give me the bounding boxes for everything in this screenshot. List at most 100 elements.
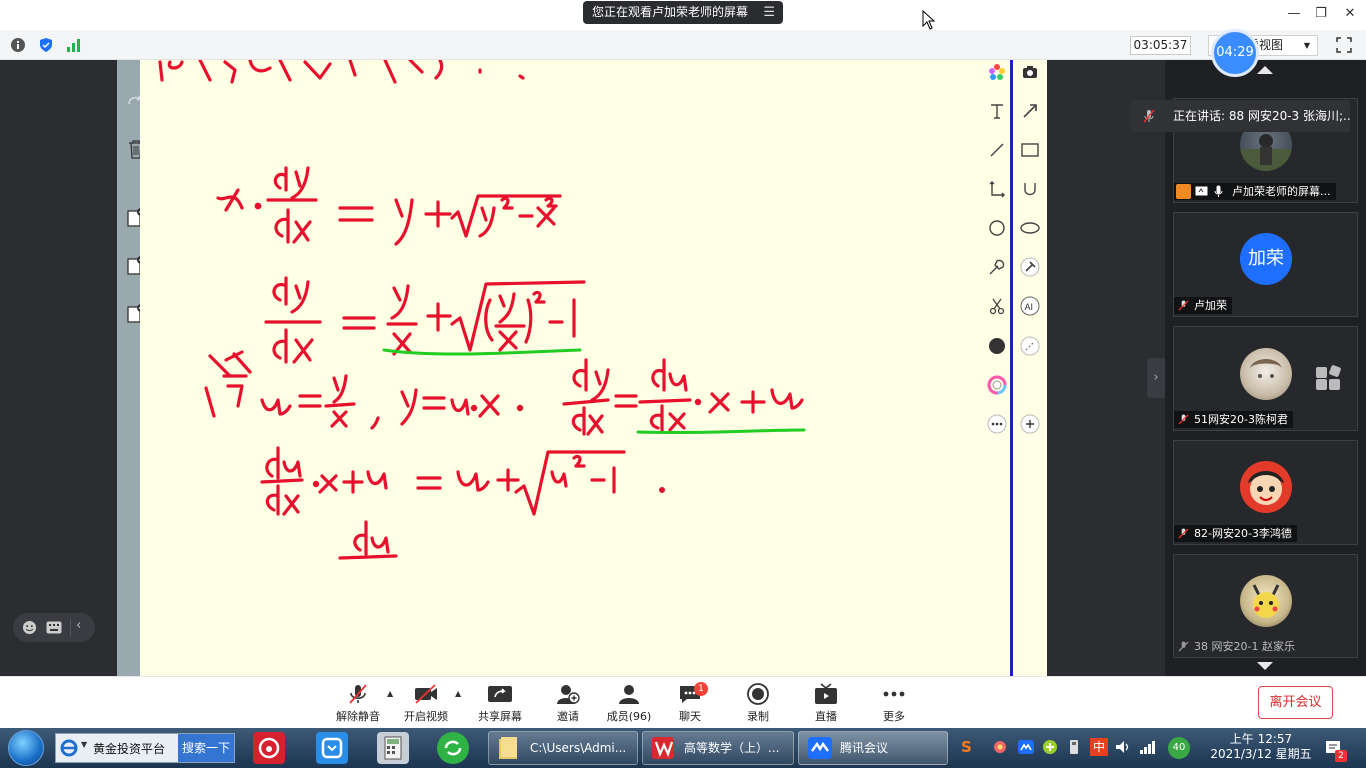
participant-name: 51网安20-3陈柯君 [1194,413,1288,426]
live-button[interactable]: 直播 [796,683,856,727]
emoji-icon[interactable] [22,620,37,635]
chevron-up-icon[interactable]: ▲ [455,689,465,699]
share-screen-button[interactable]: 共享屏幕 [470,683,530,727]
scissors-icon[interactable] [984,293,1010,319]
fill-dot-icon[interactable] [984,333,1010,359]
usb-icon[interactable] [1065,738,1083,756]
sync-icon[interactable] [437,732,469,764]
brush-icon[interactable] [984,254,1010,280]
taskbar-clock[interactable]: 上午 12:57 2021/3/12 星期五 [1202,732,1320,762]
volume-icon[interactable] [1114,738,1132,756]
unmute-button[interactable]: 解除静音 [328,683,388,727]
chevron-left-icon[interactable]: ‹ [76,618,81,633]
restore-icon[interactable]: ❐ [1313,5,1329,23]
signal-icon[interactable] [66,37,82,53]
ime-language-indicator[interactable]: 中 [1090,738,1108,756]
flower-icon[interactable] [991,738,1009,756]
text-icon[interactable] [984,98,1010,124]
axis-icon[interactable] [984,176,1010,202]
calculator-icon[interactable] [377,732,409,764]
color-palette-icon[interactable] [984,59,1010,85]
plus-icon[interactable] [1017,411,1043,437]
ie-address-box[interactable]: ▼ 黄金投资平台 搜索一下 [55,733,235,763]
toolbar-label: 共享屏幕 [478,710,522,723]
arrow-icon[interactable] [1017,98,1043,124]
fullscreen-icon[interactable] [1336,37,1352,53]
participant-name: 卢加荣老师的屏幕... [1232,185,1331,198]
chat-button[interactable]: 聊天 [660,683,720,727]
floating-time-badge[interactable]: 04:29 [1211,29,1259,77]
color-ring-icon[interactable] [984,372,1010,398]
record-button[interactable]: 录制 [728,683,788,727]
circle-icon[interactable] [984,215,1010,241]
search-button[interactable]: 搜索一下 [178,734,234,762]
ai-icon[interactable]: AI [1017,293,1043,319]
more-dots-icon[interactable] [984,411,1010,437]
close-icon[interactable]: ✕ [1342,5,1358,23]
sharing-status-pill[interactable]: 您正在观看卢加荣老师的屏幕 ☰ [583,1,783,24]
toolbar-label: 开启视频 [404,710,448,723]
speaking-indicator: 正在讲话: 88 网安20-3 张海川;... [1130,100,1350,132]
netease-music-icon[interactable] [253,732,285,764]
taskbar-task-explorer[interactable]: C:\Users\Admi... [488,731,638,765]
leave-meeting-button[interactable]: 离开会议 [1258,686,1333,719]
start-video-button[interactable]: 开启视频 [396,683,456,727]
participant-tile[interactable]: 38 网安20-1 赵家乐 [1173,554,1358,658]
toolbar-label: 直播 [815,710,837,723]
app-store-icon[interactable] [316,732,348,764]
mic-muted-icon [1143,109,1155,123]
chevron-down-icon: ▼ [1303,41,1310,50]
eraser-icon[interactable] [1017,333,1043,359]
speaking-text: 正在讲话: 88 网安20-3 张海川;... [1173,109,1350,123]
taskbar-task-tencent-meeting[interactable]: 腾讯会议 [798,731,948,765]
chevron-down-icon[interactable]: ▼ [81,740,87,749]
whiteboard-canvas[interactable] [140,60,1010,676]
windows-start-icon[interactable] [8,730,44,766]
ie-icon [60,739,78,757]
security-badge[interactable]: 40 [1168,737,1190,759]
reaction-bar: ‹ [13,613,95,642]
svg-text:AI: AI [1025,302,1034,312]
sharing-status-text: 您正在观看卢加荣老师的屏幕 [592,5,749,19]
ellipse-icon[interactable] [1017,215,1043,241]
participant-tile[interactable]: 82-网安20-3李鸿德 [1173,440,1358,545]
meeting-info-bar: 03:05:37 看视图 ▼ [0,30,1366,60]
whiteboard-divider-line [1010,60,1013,676]
scroll-down-icon[interactable] [1256,661,1274,671]
mic-muted-icon [1178,414,1189,425]
wps-icon [652,737,674,759]
info-icon[interactable] [10,37,26,53]
ie-favorite-label: 黄金投资平台 [93,742,166,756]
list-icon[interactable]: ☰ [763,1,775,24]
avatar [1240,575,1292,627]
chat-unread-badge: 1 [694,682,708,696]
minimize-icon[interactable]: — [1286,5,1302,23]
taskbar-task-wps[interactable]: 高等数学（上）... [642,731,794,765]
avatar: 加荣 [1240,233,1292,285]
keyboard-icon[interactable] [46,621,62,634]
line-icon[interactable] [984,137,1010,163]
toolbar-label: 成员(96) [606,710,652,723]
participant-tile[interactable]: 51网安20-3陈柯君 [1173,326,1358,431]
chevron-right-icon[interactable]: › [1147,358,1165,398]
u-shape-icon[interactable] [1017,176,1043,202]
title-bar: 您正在观看卢加荣老师的屏幕 ☰ — ❐ ✕ [0,0,1366,30]
participant-tile[interactable]: 加荣 卢加荣 [1173,212,1358,317]
more-button[interactable]: 更多 [864,683,924,727]
participant-name: 38 网安20-1 赵家乐 [1194,640,1295,653]
invite-button[interactable]: 邀请 [538,683,598,727]
plus-green-tray-icon[interactable] [1041,738,1059,756]
mic-muted-icon [349,684,367,704]
hammer-icon[interactable] [1017,254,1043,280]
toolbar-label: 录制 [747,710,769,723]
apps-icon[interactable] [1314,365,1342,393]
share-screen-icon [1195,186,1208,196]
camera-icon[interactable] [1017,59,1043,85]
members-button[interactable]: 成员(96) [599,683,659,727]
shield-icon[interactable] [38,37,54,53]
rectangle-icon[interactable] [1017,137,1043,163]
sogou-icon[interactable]: S [961,738,979,756]
scroll-up-icon[interactable] [1256,65,1274,75]
network-icon[interactable] [1138,738,1156,756]
tencent-meeting-tray-icon[interactable] [1017,738,1035,756]
